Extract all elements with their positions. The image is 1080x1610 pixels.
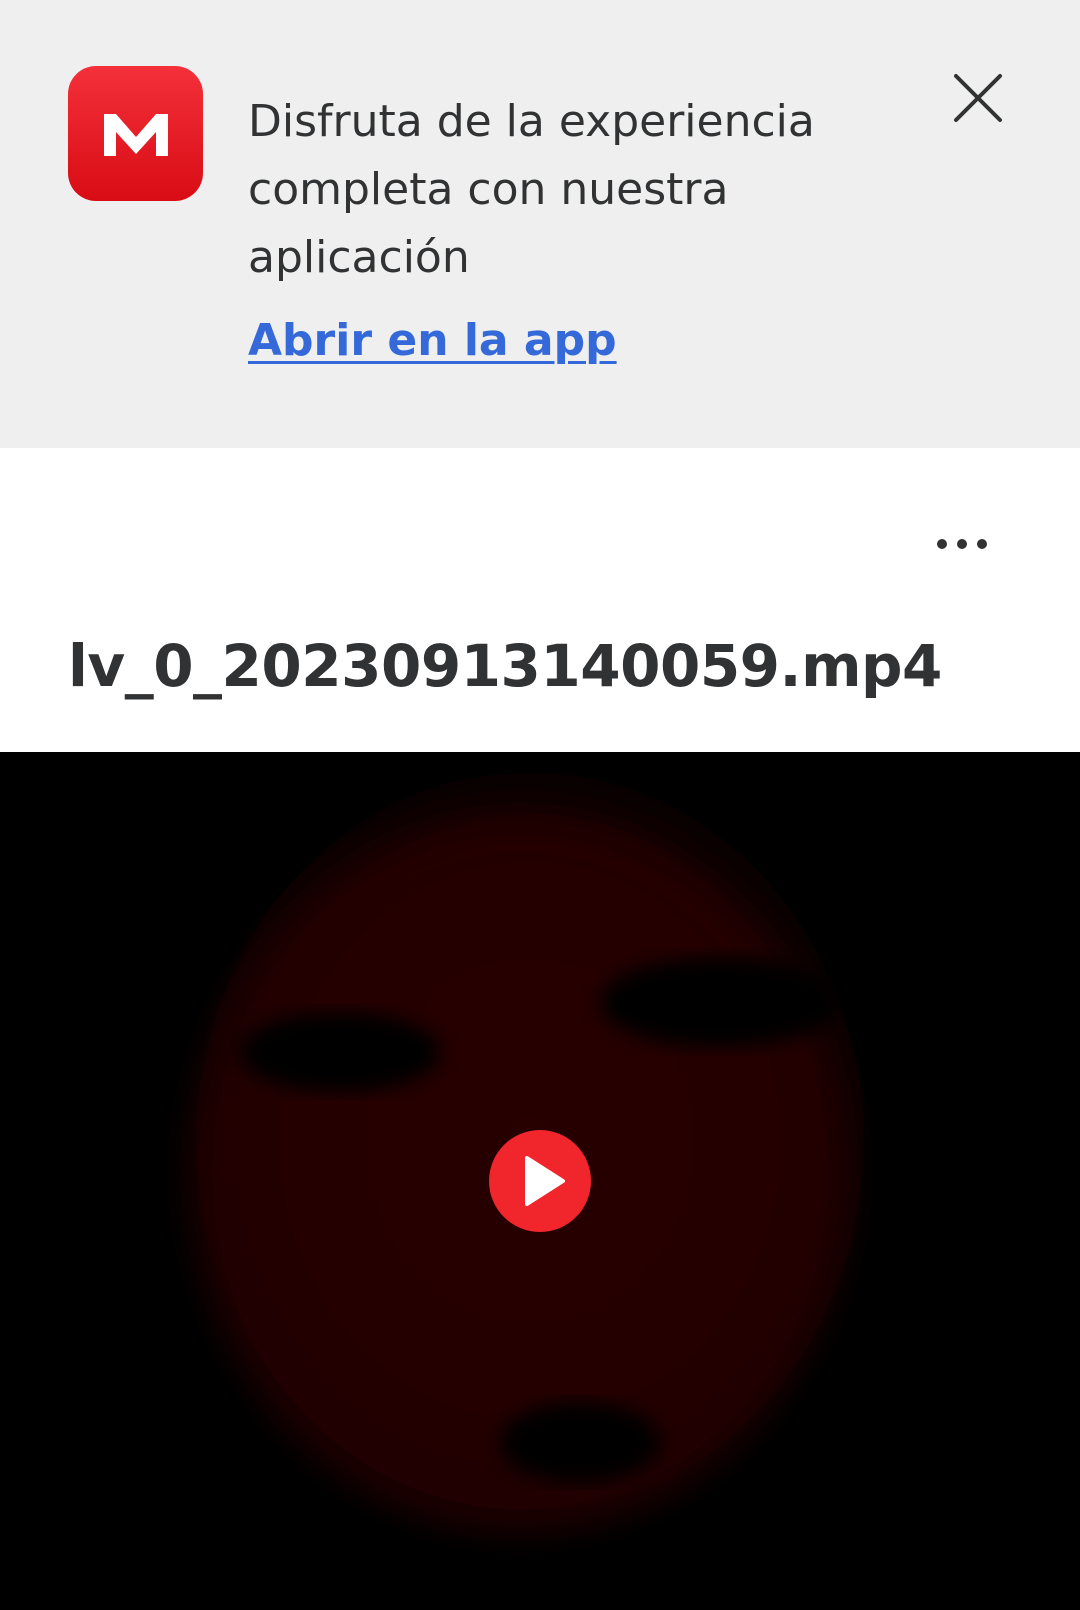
close-banner-button[interactable] [950,70,1006,126]
more-options-button[interactable] [930,520,994,568]
open-in-app-link[interactable]: Abrir en la app [248,315,617,366]
mega-logo-icon [68,66,203,201]
play-icon [525,1156,565,1206]
more-options-icon [937,539,987,549]
file-name-title: lv_0_20230913140059.mp4 [68,632,942,700]
close-icon [954,74,1002,122]
app-promo-banner: Disfruta de la experiencia completa con … [0,0,1080,448]
banner-message: Disfruta de la experiencia completa con … [248,96,815,283]
play-button[interactable] [489,1130,591,1232]
